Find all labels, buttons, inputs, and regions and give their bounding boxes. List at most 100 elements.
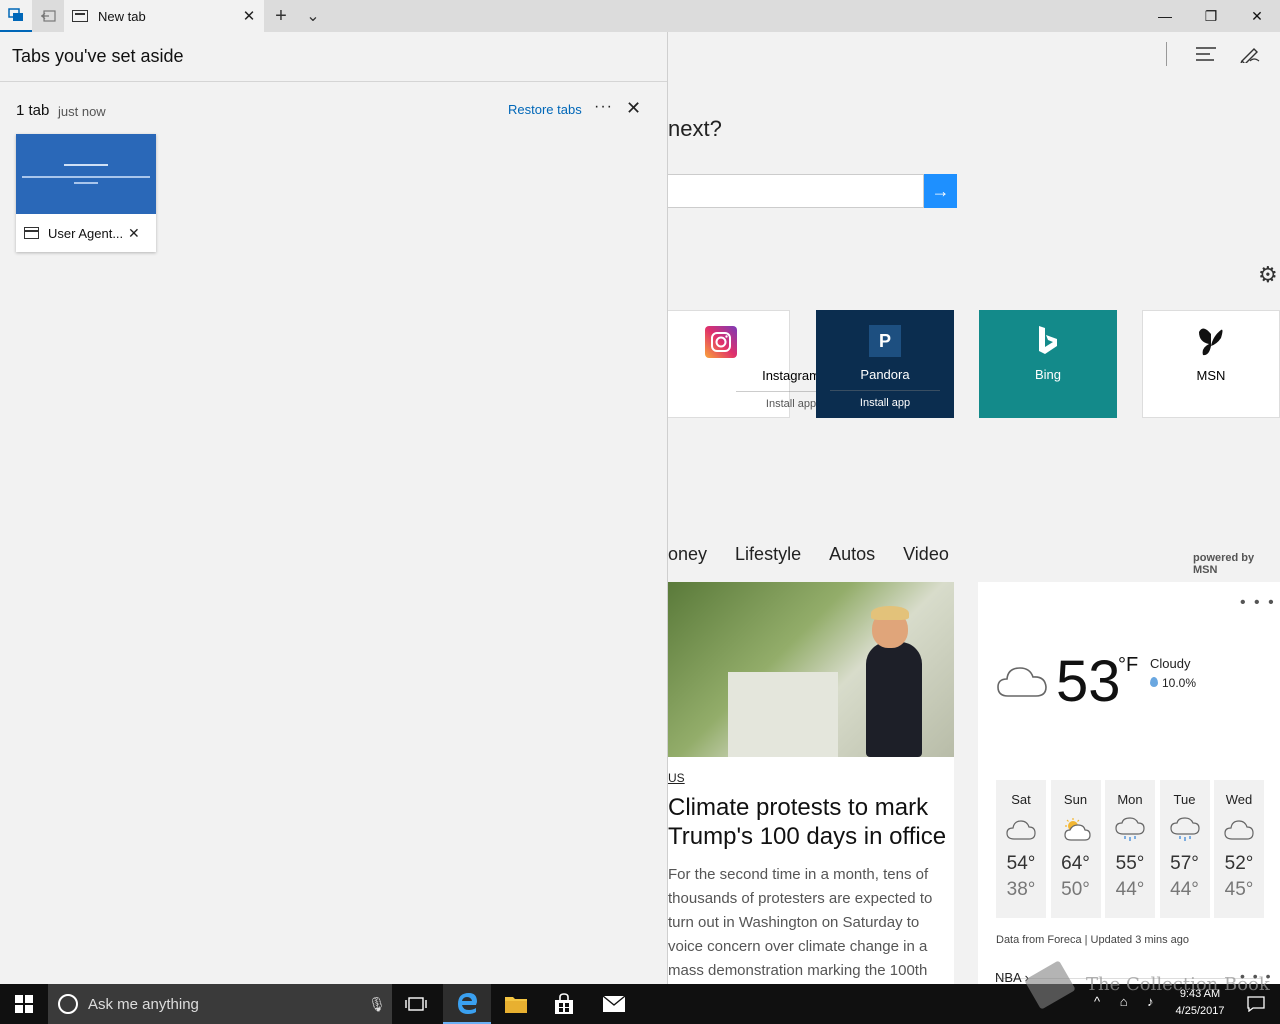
taskbar-file-explorer[interactable] [492, 984, 540, 1024]
weather-source: Data from Foreca | Updated 3 mins ago [996, 934, 1190, 946]
forecast-day-name: Sun [1063, 792, 1088, 807]
weather-card[interactable]: • • • 53 °F Cloudy 10.0% Sat 54° 38° Sun… [978, 582, 1280, 984]
browser-toolbar: ··· [1080, 32, 1280, 76]
nav-item-video[interactable]: Video [903, 544, 949, 574]
tabs-aside-button[interactable] [0, 0, 32, 32]
weather-more-button[interactable]: • • • [1240, 594, 1276, 612]
close-window-button[interactable]: ✕ [1234, 0, 1280, 32]
nav-item-lifestyle[interactable]: Lifestyle [735, 544, 801, 574]
task-view-button[interactable] [392, 984, 440, 1024]
cloud-icon [1006, 817, 1036, 843]
tile-msn[interactable]: MSN [1142, 310, 1280, 418]
nba-section-link[interactable]: NBA › [995, 970, 1029, 985]
saved-tab-caption: User Agent... ✕ [16, 214, 156, 252]
current-temperature: 53 [1056, 649, 1121, 714]
page-icon [24, 227, 39, 239]
story-summary: For the second time in a month, tens of … [668, 866, 933, 979]
forecast-low: 44° [1170, 879, 1199, 900]
title-bar: New tab ✕ + ⌄ — ❐ ✕ [0, 0, 1280, 32]
search-input[interactable] [668, 174, 924, 208]
panel-title: Tabs you've set aside [0, 32, 667, 82]
forecast-day: Tue 57° 44° [1159, 780, 1210, 918]
msn-butterfly-icon [1195, 326, 1227, 358]
remove-saved-tab-button[interactable]: ✕ [128, 225, 140, 242]
microphone-icon[interactable]: 🎙 [362, 996, 392, 1013]
rain-icon [1169, 817, 1200, 843]
cortana-search-box[interactable]: Ask me anything 🎙 [48, 984, 392, 1024]
tile-name: MSN [1196, 368, 1226, 383]
cloud-icon [1224, 817, 1254, 843]
tab-group-count: 1 tab [16, 102, 50, 119]
minimize-button[interactable]: — [1142, 0, 1188, 32]
remove-group-button[interactable]: ✕ [626, 98, 641, 119]
news-story-card[interactable]: US Climate protests to mark Trump's 100 … [668, 582, 954, 984]
tabs-aside-panel: Tabs you've set aside 1 tab just now Res… [0, 32, 668, 984]
set-aside-icon [41, 10, 56, 22]
tile-name: Instagram [762, 368, 820, 383]
web-note-icon[interactable] [1234, 40, 1266, 68]
forecast-day: Wed 52° 45° [1214, 780, 1264, 918]
edge-icon [458, 993, 477, 1014]
new-tab-button[interactable]: + [264, 0, 298, 32]
forecast-high: 55° [1115, 853, 1145, 874]
forecast-high: 52° [1224, 853, 1254, 874]
hub-icon[interactable] [1190, 40, 1222, 68]
pandora-icon: P [869, 325, 901, 357]
powered-by-msn: powered by MSN [1193, 552, 1255, 576]
search-placeholder: Ask me anything [88, 995, 199, 1013]
taskbar-mail[interactable] [590, 984, 638, 1024]
tab-group-time: just now [58, 104, 106, 119]
forecast-low: 38° [1006, 879, 1036, 900]
forecast-day: Sat 54° 38° [996, 780, 1046, 918]
install-app-link[interactable]: Install app [830, 390, 940, 409]
group-more-button[interactable]: ··· [594, 98, 613, 116]
watermark-text: The Collection Book [1086, 974, 1270, 995]
clock-date[interactable]: 4/25/2017 [1170, 1005, 1230, 1017]
cloud-icon [996, 660, 1048, 703]
forecast-day-name: Wed [1225, 792, 1253, 807]
tab-new-tab[interactable]: New tab ✕ [64, 0, 264, 32]
tabs-aside-icon [8, 8, 23, 21]
taskbar-edge[interactable] [443, 984, 491, 1024]
story-title[interactable]: Climate protests to mark Trump's 100 day… [668, 793, 954, 851]
tile-name: Bing [1034, 367, 1062, 382]
tab-title: New tab [98, 8, 146, 24]
saved-tab-title: User Agent... [48, 225, 124, 241]
start-button[interactable] [0, 984, 48, 1024]
forecast-day-name: Mon [1117, 792, 1143, 807]
close-tab-button[interactable]: ✕ [234, 7, 264, 25]
set-aside-tabs-button[interactable] [32, 0, 64, 32]
story-category[interactable]: US [668, 771, 954, 785]
cortana-icon [58, 994, 78, 1014]
restore-tabs-link[interactable]: Restore tabs [508, 102, 582, 117]
story-image [668, 582, 954, 757]
forecast-day: Mon 55° 44° [1105, 780, 1155, 918]
tile-bing[interactable]: Bing [979, 310, 1117, 418]
saved-tab-card[interactable]: User Agent... ✕ [16, 134, 156, 252]
saved-tab-thumbnail [16, 134, 156, 214]
news-category-nav: oney Lifestyle Autos Video [668, 544, 977, 574]
taskbar-store[interactable] [540, 984, 588, 1024]
forecast-row: Sat 54° 38° Sun 64° 50° Mon 55° 44° Tue … [996, 780, 1264, 918]
rain-icon [1115, 817, 1145, 843]
tile-pandora[interactable]: P Pandora Install app [816, 310, 954, 418]
forecast-high: 64° [1061, 853, 1090, 874]
toolbar-divider [1166, 42, 1167, 66]
forecast-low: 45° [1224, 879, 1254, 900]
mail-icon [602, 995, 626, 1012]
precipitation: 10.0% [1150, 676, 1196, 690]
bing-icon [1032, 325, 1064, 357]
nav-item-autos[interactable]: Autos [829, 544, 875, 574]
tab-list-button[interactable]: ⌄ [298, 0, 328, 32]
folder-icon [505, 997, 527, 1013]
tile-instagram[interactable]: Instagram Install app [652, 310, 846, 418]
nav-item-money[interactable]: oney [668, 544, 707, 574]
task-view-icon [405, 997, 427, 1011]
gear-icon[interactable]: ⚙ [1258, 262, 1278, 288]
tile-name: Pandora [860, 367, 910, 382]
precip-value: 10.0% [1162, 676, 1197, 690]
restore-button[interactable]: ❐ [1188, 0, 1234, 32]
store-icon [555, 993, 573, 1014]
search-go-button[interactable]: → [924, 174, 957, 208]
forecast-high: 57° [1170, 853, 1199, 874]
